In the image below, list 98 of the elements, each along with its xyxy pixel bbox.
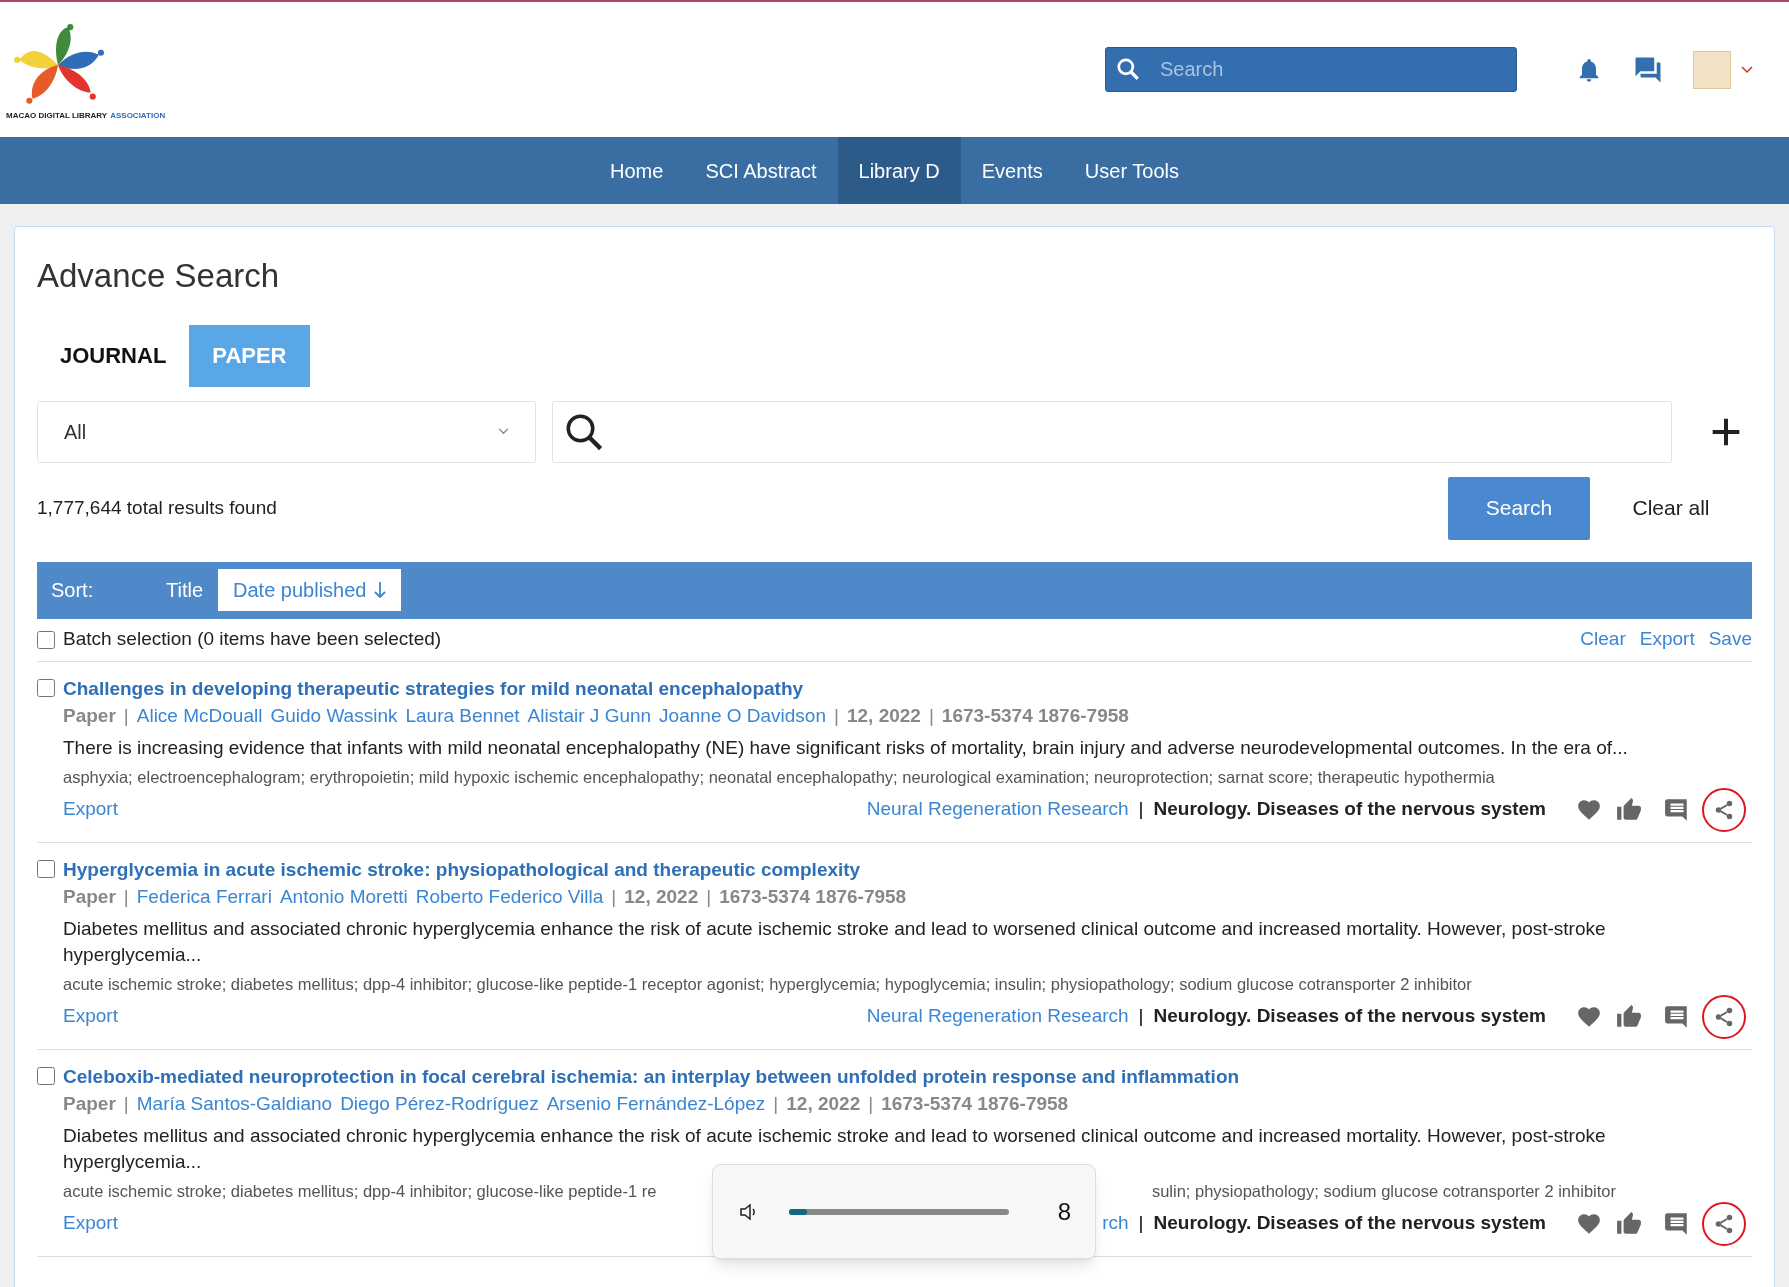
- author-link[interactable]: Alice McDouall: [136, 702, 263, 728]
- batch-action-link[interactable]: Clear: [1580, 625, 1626, 654]
- volume-slider[interactable]: [789, 1208, 1009, 1215]
- separator: |: [611, 884, 617, 909]
- result-issn: 1673-5374 1876-7958: [719, 884, 907, 909]
- share-button[interactable]: [1702, 994, 1746, 1039]
- sort-label: Sort:: [51, 578, 95, 603]
- category-label: Neurology. Diseases of the nervous system: [1153, 797, 1546, 822]
- batch-action-link[interactable]: Save: [1708, 625, 1752, 654]
- journal-link[interactable]: rch: [1102, 1209, 1129, 1238]
- header-search-field[interactable]: Search: [1105, 47, 1517, 92]
- share-icon: [1713, 1212, 1735, 1235]
- nav-item[interactable]: Home: [589, 137, 685, 204]
- nav-item[interactable]: Library D: [837, 137, 961, 204]
- category-label: Neurology. Diseases of the nervous system: [1153, 1004, 1546, 1029]
- author-link[interactable]: Roberto Federico Villa: [415, 883, 604, 909]
- batch-selection-label: Batch selection (0 items have been selected): [63, 627, 442, 652]
- chevron-down-icon: [1741, 65, 1753, 74]
- result-type: Paper: [63, 703, 116, 728]
- export-link[interactable]: Export: [63, 1002, 118, 1031]
- share-icon: [1713, 1005, 1735, 1028]
- export-link[interactable]: Export: [63, 1209, 118, 1238]
- author-link[interactable]: Diego Pérez-Rodríguez: [340, 1090, 539, 1116]
- avatar-image: [1693, 50, 1731, 89]
- journal-link[interactable]: Neural Regeneration Research: [866, 1002, 1129, 1031]
- comment-icon: [1664, 796, 1690, 823]
- separator: |: [706, 884, 712, 909]
- thumbs-up-icon: [1616, 796, 1642, 823]
- share-button[interactable]: [1702, 787, 1746, 832]
- result-abstract: Diabetes mellitus and associated chronic hyperglycemia enhance the risk of acute ischemic stroke and lead to worsened clinical outcome and increased mortality. However, post-stroke hyperglycemia...: [63, 1123, 1607, 1174]
- separator: |: [834, 703, 839, 728]
- batch-checkbox[interactable]: [37, 630, 55, 649]
- author-link[interactable]: María Santos-Galdiano: [136, 1090, 333, 1116]
- share-icon: [1713, 798, 1735, 821]
- result-checkbox[interactable]: [37, 678, 55, 697]
- author-link[interactable]: Laura Bennet: [405, 702, 520, 728]
- result-abstract: Diabetes mellitus and associated chronic hyperglycemia enhance the risk of acute ischemic stroke and lead to worsened clinical outcome and increased mortality. However, post-stroke hyperglycemia...: [63, 916, 1607, 967]
- separator: |: [868, 1091, 874, 1116]
- result-type: Paper: [63, 1091, 116, 1116]
- sort-option[interactable]: Date published: [218, 569, 402, 611]
- logo[interactable]: MACAO DIGITAL LIBRARY ASSOCIATION: [6, 19, 166, 120]
- comment-icon: [1664, 1210, 1690, 1237]
- volume-reading: 8: [1057, 1196, 1071, 1227]
- result-keywords: acute ischemic stroke; diabetes mellitus; dpp-4 inhibitor; glucose-like peptide-1 receptor agonist; hyperglycemia; hypoglycemia; insulin; physiopathology; sodium glucose cotransporter 2 inhibitor: [63, 973, 1472, 995]
- sort-option[interactable]: Title: [151, 569, 219, 611]
- result-issn: 1673-5374 1876-7958: [881, 1091, 1069, 1116]
- page-title: Advance Search: [37, 256, 281, 296]
- comment-icon: [1664, 1003, 1690, 1030]
- author-link[interactable]: Guido Wassink: [270, 702, 398, 728]
- result-date: 12, 2022: [624, 884, 699, 909]
- result-title-link[interactable]: Challenges in developing therapeutic strategies for mild neonatal encephalopathy: [63, 675, 1746, 701]
- separator: |: [123, 703, 129, 728]
- author-link[interactable]: Federica Ferrari: [136, 883, 272, 909]
- journal-link[interactable]: Neural Regeneration Research: [866, 795, 1129, 824]
- separator: |: [773, 1091, 779, 1116]
- author-link[interactable]: Joanne O Davidson: [659, 702, 826, 728]
- search-icon: [1115, 56, 1141, 82]
- author-link[interactable]: Antonio Moretti: [279, 883, 408, 909]
- thumbs-up-icon: [1616, 1210, 1642, 1237]
- separator: |: [928, 703, 934, 728]
- nav-item[interactable]: SCI Abstract: [684, 137, 838, 204]
- result-title-link[interactable]: Celeboxib-mediated neuroprotection in focal cerebral ischemia: an interplay between unfolded protein response and inflammation: [63, 1063, 1746, 1089]
- result-date: 12, 2022: [846, 703, 921, 728]
- result-keywords: asphyxia; electroencephalogram; erythropoietin; mild hypoxic ischemic encephalopathy; neonatal encephalopathy; neurological examination; neuroprotection; sarnat score; therapeutic hypothermia: [63, 766, 1495, 788]
- logo-text: MACAO DIGITAL LIBRARY: [6, 111, 108, 120]
- result-type: Paper: [63, 884, 116, 909]
- chevron-down-icon: [498, 428, 509, 435]
- arrow-down-icon: [374, 581, 387, 599]
- result-date: 12, 2022: [786, 1091, 861, 1116]
- category-label: Neurology. Diseases of the nervous system: [1153, 1211, 1546, 1236]
- search-type-tab[interactable]: PAPER: [189, 324, 310, 387]
- search-type-tab[interactable]: JOURNAL: [37, 324, 190, 387]
- nav-item[interactable]: User Tools: [1063, 137, 1200, 204]
- export-link[interactable]: Export: [63, 795, 118, 824]
- nav-item[interactable]: Events: [960, 137, 1064, 204]
- result-issn: 1673-5374 1876-7958: [941, 703, 1129, 728]
- batch-action-link[interactable]: Export: [1639, 625, 1695, 654]
- result-title-link[interactable]: Hyperglycemia in acute ischemic stroke: physiopathological and therapeutic complexity: [63, 856, 1746, 882]
- clear-all-button[interactable]: Clear all: [1590, 476, 1752, 540]
- logo-text: ASSOCIATION: [110, 111, 166, 120]
- query-field[interactable]: [552, 400, 1672, 463]
- thumbs-up-icon: [1616, 1003, 1642, 1030]
- author-link[interactable]: Alistair J Gunn: [527, 702, 652, 728]
- results-count: 1,777,644 total results found: [37, 495, 277, 520]
- search-button[interactable]: Search: [1448, 476, 1590, 540]
- separator: |: [1138, 1004, 1144, 1029]
- result-checkbox[interactable]: [37, 859, 55, 878]
- result-abstract: There is increasing evidence that infants with mild neonatal encephalopathy (NE) have significant risks of mortality, brain injury and adverse neurodevelopmental outcomes. In the era of...: [63, 735, 1629, 760]
- separator: |: [123, 1091, 129, 1116]
- separator: |: [1138, 797, 1144, 822]
- result-checkbox[interactable]: [37, 1066, 55, 1085]
- author-link[interactable]: Arsenio Fernández-López: [546, 1090, 766, 1116]
- separator: |: [1138, 1211, 1144, 1236]
- result-keywords: sulin; physiopathology; sodium glucose cotransporter 2 inhibitor: [1151, 1180, 1617, 1202]
- result-keywords: acute ischemic stroke; diabetes mellitus; dpp-4 inhibitor; glucose-like peptide-1 re: [63, 1180, 657, 1202]
- share-button[interactable]: [1702, 1201, 1746, 1246]
- field-select[interactable]: All: [37, 400, 536, 463]
- separator: |: [123, 884, 129, 909]
